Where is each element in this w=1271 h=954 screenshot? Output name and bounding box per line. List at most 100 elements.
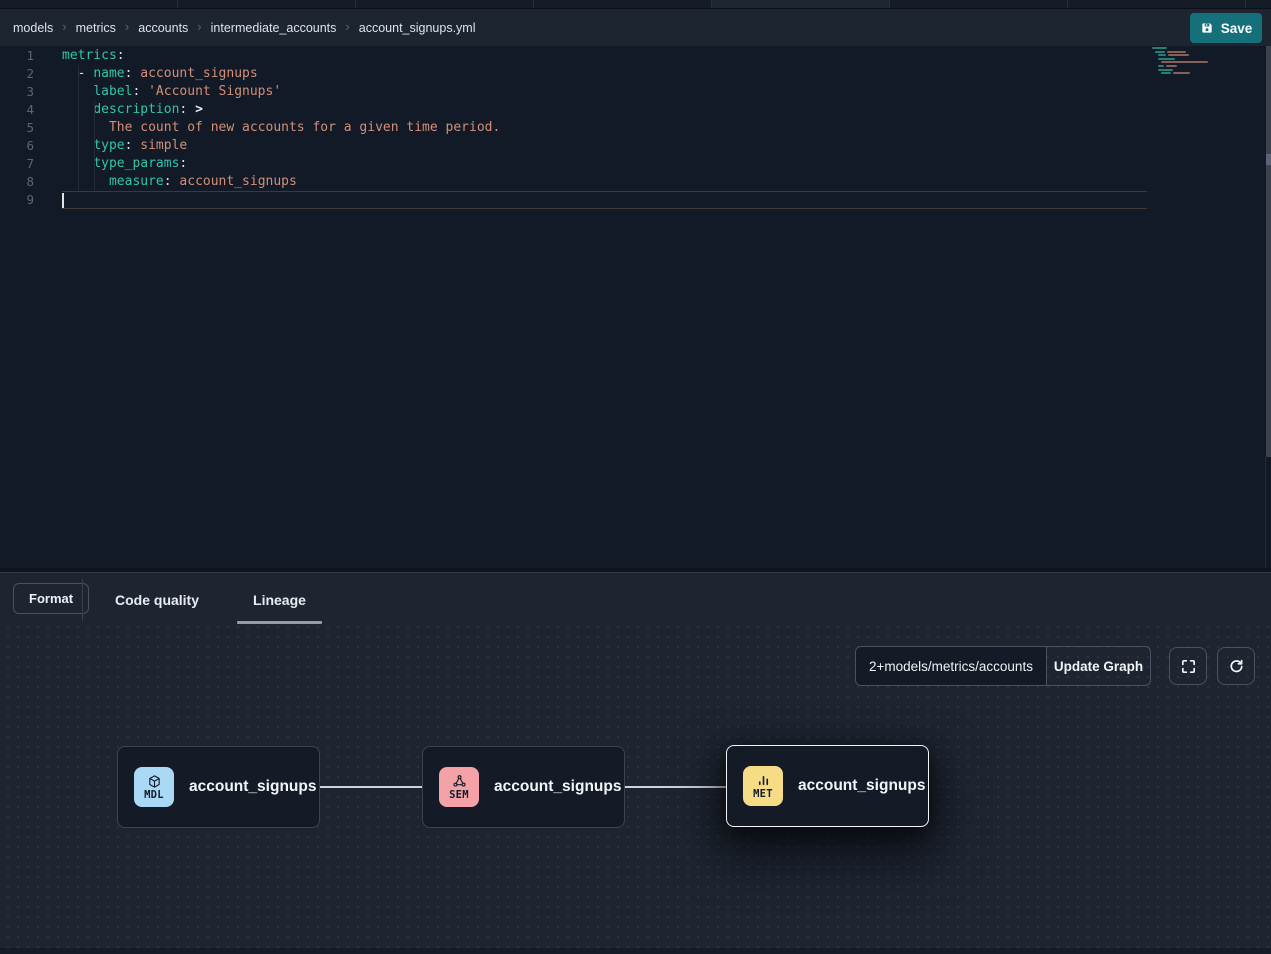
code-line[interactable]: 2 - name: account_signups (0, 65, 1271, 83)
code-text: type_params: (34, 155, 187, 173)
code-token: type_params (93, 156, 179, 171)
refresh-button[interactable] (1217, 647, 1255, 685)
code-line[interactable]: 6 type: simple (0, 137, 1271, 155)
code-line[interactable]: 4 description: > (0, 101, 1271, 119)
minimap-token (1155, 51, 1165, 53)
code-token (62, 120, 109, 135)
network-icon (451, 774, 468, 789)
minimap-token (1173, 72, 1190, 74)
cube-icon (146, 774, 163, 789)
minimap-line (1149, 47, 1215, 49)
save-button[interactable]: Save (1190, 13, 1262, 43)
panel-header: Format Code quality Lineage (0, 573, 1271, 626)
code-text: label: 'Account Signups' (34, 83, 281, 101)
code-token: The count of new accounts for a given ti… (109, 120, 500, 135)
minimap-line (1149, 72, 1215, 74)
node-label: account_signups (189, 778, 316, 796)
panel-tabs: Code quality Lineage (99, 573, 344, 626)
format-button[interactable]: Format (13, 583, 89, 614)
update-graph-button[interactable]: Update Graph (1046, 647, 1150, 685)
breadcrumb: models › metrics › accounts › intermediate_acc… (13, 20, 476, 35)
lineage-selector-group: Update Graph (855, 646, 1151, 686)
line-number: 7 (0, 155, 34, 173)
code-line[interactable]: 5 The count of new accounts for a given … (0, 119, 1271, 137)
code-token (62, 174, 109, 189)
floppy-icon (1200, 21, 1214, 35)
breadcrumb-item[interactable]: metrics (76, 21, 116, 35)
lineage-node-met[interactable]: MET account_signups (726, 745, 929, 827)
minimap-token (1167, 51, 1186, 53)
save-button-label: Save (1221, 21, 1253, 36)
file-tab[interactable] (534, 0, 712, 8)
lineage-edge (320, 786, 422, 788)
fullscreen-button[interactable] (1169, 647, 1207, 685)
lineage-canvas[interactable]: Update Graph (0, 626, 1271, 954)
tabstrip-filler (1246, 0, 1271, 8)
code-token: label (93, 84, 132, 99)
file-tab[interactable] (890, 0, 1068, 8)
bottom-panel: Format Code quality Lineage Update Graph (0, 572, 1271, 954)
code-token: : (117, 48, 125, 63)
code-line[interactable]: 7 type_params: (0, 155, 1271, 173)
code-line[interactable]: 8 measure: account_signups (0, 173, 1271, 191)
code-token: name (93, 66, 124, 81)
file-tab[interactable] (712, 0, 890, 8)
code-lines: 1metrics:2 - name: account_signups3 labe… (0, 47, 1271, 209)
minimap-token (1168, 54, 1189, 56)
minimap-line (1149, 65, 1215, 67)
breadcrumb-item[interactable]: intermediate_accounts (211, 21, 337, 35)
node-type-badge: MDL (134, 767, 174, 807)
editor-scrollbar[interactable] (1266, 46, 1271, 457)
code-token: description (93, 102, 179, 117)
file-tab[interactable] (0, 0, 178, 8)
lineage-selector-input[interactable] (856, 647, 1046, 685)
breadcrumb-item[interactable]: models (13, 21, 53, 35)
code-text: measure: account_signups (34, 173, 297, 191)
code-token: measure (109, 174, 164, 189)
minimap[interactable] (1149, 47, 1215, 76)
indent-guide (78, 65, 79, 191)
code-line[interactable]: 3 label: 'Account Signups' (0, 83, 1271, 101)
code-text: - name: account_signups (34, 65, 258, 83)
minimap-token (1161, 61, 1208, 63)
code-line[interactable]: 1metrics: (0, 47, 1271, 65)
code-text: type: simple (34, 137, 187, 155)
lineage-node-mdl[interactable]: MDL account_signups (117, 746, 320, 828)
chevron-separator-icon: › (125, 19, 129, 34)
node-label: account_signups (798, 777, 925, 795)
scrollbar-thumb[interactable] (1266, 154, 1271, 165)
chevron-separator-icon: › (62, 19, 66, 34)
tab-code-quality[interactable]: Code quality (99, 573, 215, 626)
code-token: : (125, 66, 141, 81)
minimap-line (1149, 69, 1215, 71)
node-type-badge: SEM (439, 767, 479, 807)
lineage-node-sem[interactable]: SEMaccount_signups (422, 746, 625, 828)
node-badge-label: SEM (449, 789, 469, 801)
file-tab[interactable] (356, 0, 534, 8)
code-token: simple (140, 138, 187, 153)
current-line-highlight (62, 191, 1147, 209)
file-tab[interactable] (1068, 0, 1246, 8)
code-token: : (125, 138, 141, 153)
canvas-bottom-edge (0, 948, 1271, 954)
node-badge-label: MET (753, 788, 773, 800)
breadcrumb-item[interactable]: account_signups.yml (359, 21, 476, 35)
file-tabstrip (0, 0, 1271, 9)
file-tab[interactable] (178, 0, 356, 8)
ide-window: models › metrics › accounts › intermediate_acc… (0, 0, 1271, 954)
code-token: metrics (62, 48, 117, 63)
minimap-line (1149, 51, 1215, 53)
code-token: : (179, 156, 187, 171)
fullscreen-icon (1180, 658, 1197, 675)
code-editor[interactable]: 1metrics:2 - name: account_signups3 labe… (0, 46, 1271, 568)
minimap-token (1158, 58, 1175, 60)
line-number: 4 (0, 101, 34, 119)
minimap-line (1149, 61, 1215, 63)
chevron-separator-icon: › (197, 19, 201, 34)
tab-lineage[interactable]: Lineage (237, 573, 322, 626)
code-token: type (93, 138, 124, 153)
code-token: : (132, 84, 148, 99)
code-token: account_signups (140, 66, 257, 81)
breadcrumb-item[interactable]: accounts (138, 21, 188, 35)
code-token: : (164, 174, 180, 189)
